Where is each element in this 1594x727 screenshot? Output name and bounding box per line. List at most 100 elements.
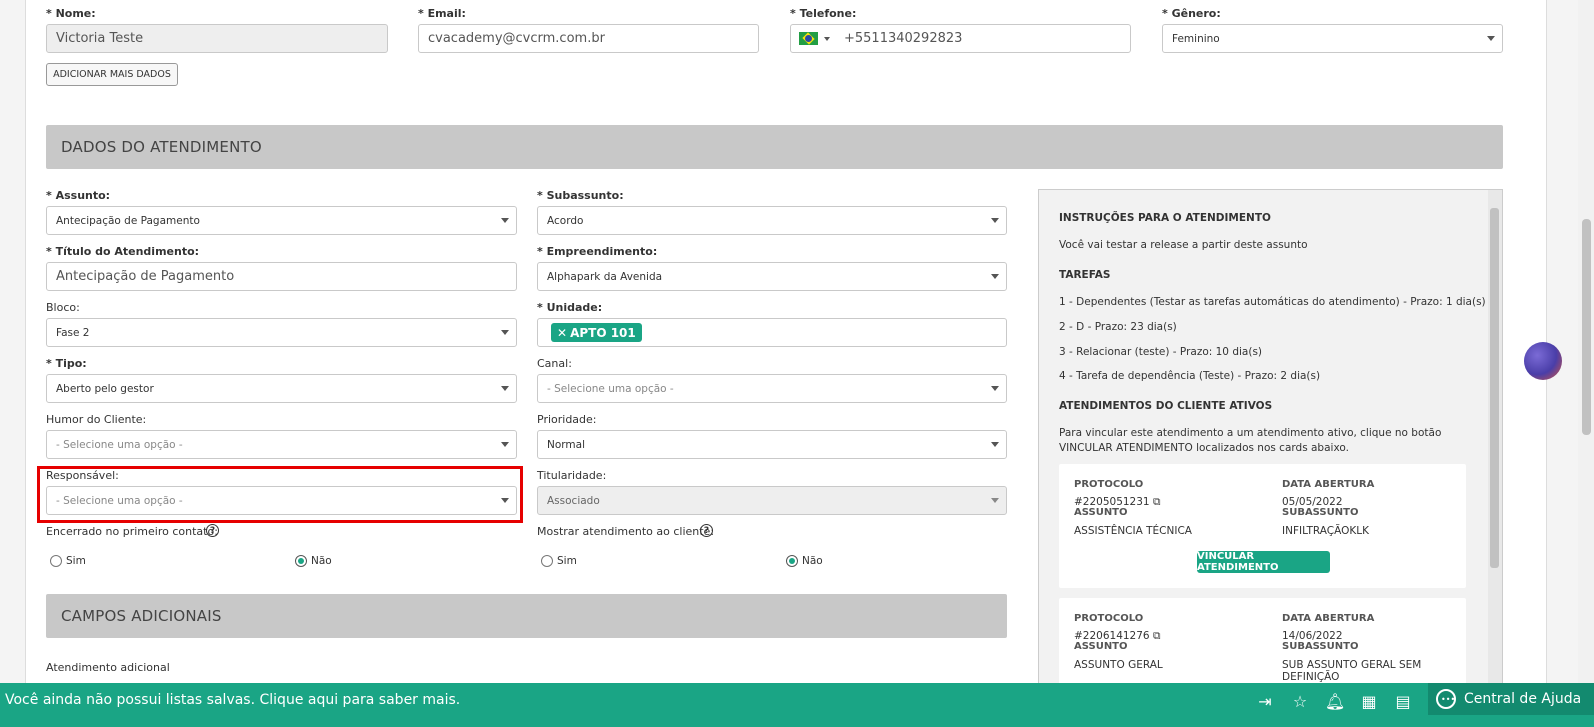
- chevron-down-icon: [991, 218, 999, 223]
- encerrado-nao-radio[interactable]: [295, 555, 307, 567]
- chevron-down-icon: [501, 218, 509, 223]
- bell-icon[interactable]: 🔔︎: [1325, 691, 1345, 711]
- help-icon[interactable]: ?: [206, 524, 219, 537]
- assunto-header: ASSUNTO: [1074, 507, 1128, 518]
- empreendimento-select[interactable]: Alphapark da Avenida: [537, 262, 1007, 291]
- nome-label: * Nome:: [46, 7, 96, 20]
- chevron-down-icon: [991, 498, 999, 503]
- instr-title: INSTRUÇÕES PARA O ATENDIMENTO: [1059, 212, 1271, 224]
- assistant-avatar[interactable]: [1524, 342, 1562, 380]
- data-header: DATA ABERTURA: [1282, 479, 1375, 490]
- telefone-label: * Telefone:: [790, 7, 857, 20]
- titulo-input[interactable]: Antecipação de Pagamento: [46, 262, 517, 291]
- help-center-button[interactable]: ••• Central de Ajuda: [1428, 683, 1594, 715]
- tarefa-item: 3 - Relacionar (teste) - Prazo: 10 dia(s…: [1059, 346, 1263, 358]
- atendimento-card: PROTOCOLO DATA ABERTURA #2205051231 ⧉ 05…: [1059, 464, 1466, 588]
- chevron-down-icon: [991, 442, 999, 447]
- encerrado-label: Encerrado no primeiro contato:: [46, 525, 218, 538]
- email-field[interactable]: cvacademy@cvcrm.com.br: [418, 24, 759, 53]
- instr-text: Você vai testar a release a partir deste…: [1059, 239, 1308, 251]
- tipo-select[interactable]: Aberto pelo gestor: [46, 374, 517, 403]
- chevron-down-icon: [991, 386, 999, 391]
- arrow-to-right-icon[interactable]: ⇥: [1255, 691, 1275, 711]
- titularidade-select[interactable]: Associado: [537, 486, 1007, 515]
- nome-field[interactable]: Victoria Teste: [46, 24, 388, 53]
- assunto-value: ASSISTÊNCIA TÉCNICA: [1074, 525, 1192, 537]
- subassunto-value: INFILTRAÇÃOKLK: [1282, 525, 1369, 537]
- chevron-down-icon: [1487, 36, 1495, 41]
- vincular-atendimento-button[interactable]: VINCULAR ATENDIMENTO: [1197, 551, 1330, 573]
- assunto-header: ASSUNTO: [1074, 641, 1128, 652]
- tarefa-item: 4 - Tarefa de dependência (Teste) - Praz…: [1059, 370, 1321, 382]
- tarefa-item: 1 - Dependentes (Testar as tarefas autom…: [1059, 296, 1486, 308]
- subassunto-select[interactable]: Acordo: [537, 206, 1007, 235]
- titulo-label: * Título do Atendimento:: [46, 245, 200, 258]
- titularidade-label: Titularidade:: [537, 469, 607, 482]
- canal-label: Canal:: [537, 357, 572, 370]
- empreendimento-label: * Empreendimento:: [537, 245, 658, 258]
- protocolo-header: PROTOCOLO: [1074, 479, 1144, 490]
- mostrar-sim-label: Sim: [557, 555, 577, 567]
- saved-lists-message[interactable]: Você ainda não possui listas salvas. Cli…: [5, 692, 460, 708]
- subassunto-header: SUBASSUNTO: [1282, 507, 1359, 518]
- humor-select[interactable]: - Selecione uma opção -: [46, 430, 517, 459]
- bloco-label: Bloco:: [46, 301, 80, 314]
- chat-bubble-icon: •••: [1436, 689, 1456, 709]
- chevron-down-icon: [501, 330, 509, 335]
- bloco-select[interactable]: Fase 2: [46, 318, 517, 347]
- country-dropdown-icon[interactable]: [824, 36, 830, 41]
- subassunto-label: * Subassunto:: [537, 189, 624, 202]
- tarefa-item: 2 - D - Prazo: 23 dia(s): [1059, 321, 1177, 333]
- encerrado-sim-label: Sim: [66, 555, 86, 567]
- protocolo-header: PROTOCOLO: [1074, 613, 1144, 624]
- mostrar-sim-radio[interactable]: [541, 555, 553, 567]
- subassunto-header: SUBASSUNTO: [1282, 641, 1359, 652]
- email-label: * Email:: [418, 7, 466, 20]
- calendar-icon[interactable]: ▦: [1359, 691, 1379, 711]
- assunto-value: ASSUNTO GERAL: [1074, 659, 1163, 671]
- mostrar-nao-radio[interactable]: [786, 555, 798, 567]
- panel-scrollbar-thumb[interactable]: [1490, 208, 1499, 568]
- ativos-text: VINCULAR ATENDIMENTO localizados nos car…: [1059, 442, 1349, 454]
- responsavel-highlight-box: [37, 466, 523, 523]
- tarefas-title: TAREFAS: [1059, 269, 1111, 281]
- encerrado-sim-radio[interactable]: [50, 555, 62, 567]
- panel-scrollbar[interactable]: [1488, 190, 1502, 726]
- external-link-icon[interactable]: ⧉: [1153, 496, 1161, 508]
- main-form-page: * Nome: Victoria Teste * Email: cvacadem…: [25, 0, 1547, 727]
- ativos-title: ATENDIMENTOS DO CLIENTE ATIVOS: [1059, 400, 1273, 412]
- mostrar-label: Mostrar atendimento ao cliente:: [537, 525, 715, 538]
- atendimento-adicional-label: Atendimento adicional: [46, 661, 170, 674]
- assunto-select[interactable]: Antecipação de Pagamento: [46, 206, 517, 235]
- favorites-icon[interactable]: ☆: [1290, 691, 1310, 711]
- chevron-down-icon: [991, 274, 999, 279]
- prioridade-label: Prioridade:: [537, 413, 597, 426]
- telefone-field[interactable]: +5511340292823: [790, 24, 1131, 53]
- brazil-flag-icon[interactable]: [799, 32, 818, 45]
- instructions-panel: INSTRUÇÕES PARA O ATENDIMENTO Você vai t…: [1038, 189, 1503, 727]
- humor-label: Humor do Cliente:: [46, 413, 147, 426]
- page-scrollbar[interactable]: [1578, 0, 1594, 683]
- assunto-label: * Assunto:: [46, 189, 111, 202]
- subassunto-value: SUB ASSUNTO GERAL SEM DEFINIÇÃO: [1282, 659, 1422, 683]
- help-icon[interactable]: ?: [700, 524, 713, 537]
- section-dados-atendimento: DADOS DO ATENDIMENTO: [46, 125, 1503, 169]
- genero-select[interactable]: Feminino: [1162, 24, 1503, 53]
- external-link-icon[interactable]: ⧉: [1153, 630, 1161, 642]
- unidade-multiselect[interactable]: ✕ APTO 101: [537, 318, 1007, 347]
- add-more-data-button[interactable]: ADICIONAR MAIS DADOS: [46, 63, 178, 86]
- tipo-label: * Tipo:: [46, 357, 87, 370]
- section-campos-adicionais: CAMPOS ADICIONAIS: [46, 594, 1007, 638]
- ativos-text: Para vincular este atendimento a um aten…: [1059, 427, 1442, 439]
- chevron-down-icon: [501, 386, 509, 391]
- calculator-icon[interactable]: ▤: [1393, 691, 1413, 711]
- page-scrollbar-thumb[interactable]: [1582, 219, 1591, 435]
- bottom-bar: Você ainda não possui listas salvas. Cli…: [0, 683, 1594, 727]
- prioridade-select[interactable]: Normal: [537, 430, 1007, 459]
- genero-label: * Gênero:: [1162, 7, 1221, 20]
- canal-select[interactable]: - Selecione uma opção -: [537, 374, 1007, 403]
- unidade-label: * Unidade:: [537, 301, 603, 314]
- remove-x-icon[interactable]: ✕: [557, 326, 567, 340]
- unidade-tag[interactable]: ✕ APTO 101: [551, 323, 642, 342]
- chevron-down-icon: [501, 442, 509, 447]
